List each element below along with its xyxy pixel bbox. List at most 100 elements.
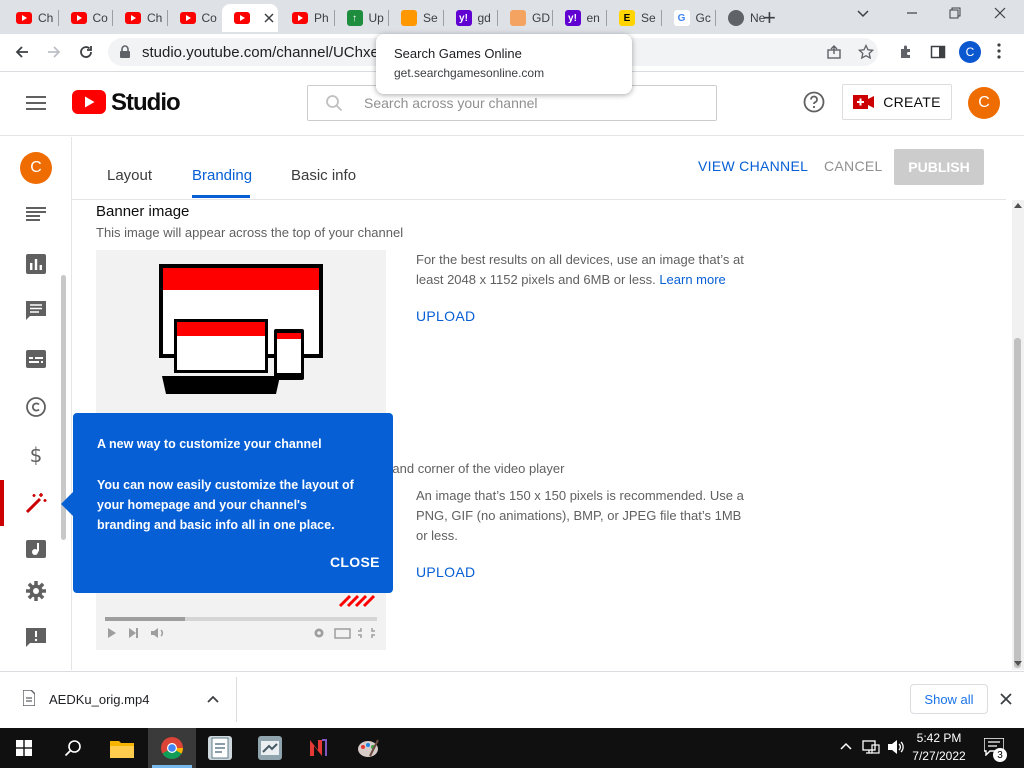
side-panel-icon[interactable] [930, 44, 946, 60]
page-scrollbar-thumb[interactable] [1014, 338, 1021, 668]
hamburger-menu-icon[interactable] [26, 95, 46, 111]
show-hidden-icons-icon[interactable] [840, 742, 852, 750]
taskbar-app-notepad-icon[interactable] [208, 736, 232, 760]
windows-start-icon[interactable] [16, 740, 32, 756]
browser-tab-label: Up [368, 11, 384, 25]
sidebar-settings-icon[interactable] [25, 580, 47, 602]
browser-tab[interactable]: Ch [4, 4, 58, 32]
profile-avatar[interactable]: C [959, 41, 981, 63]
close-downloads-icon[interactable] [1000, 693, 1012, 705]
url-text[interactable]: studio.youtube.com/channel/UChxeZb [142, 44, 396, 61]
reload-icon[interactable] [78, 44, 94, 60]
hovercard-title: Search Games Online [394, 46, 522, 61]
banner-preview [96, 250, 386, 415]
sidebar-item-analytics-icon[interactable] [26, 254, 46, 274]
close-window-icon[interactable] [993, 6, 1007, 20]
browser-tab[interactable]: Co [59, 4, 113, 32]
browser-tab[interactable]: G Gc [662, 4, 716, 32]
bookmark-star-icon[interactable] [858, 44, 874, 60]
sidebar-item-copyright-icon[interactable] [26, 397, 46, 417]
extensions-icon[interactable] [898, 44, 914, 60]
file-explorer-icon[interactable] [110, 738, 134, 758]
studio-logo-text[interactable]: Studio [111, 89, 181, 117]
browser-tab-label: gd [477, 11, 491, 25]
close-tab-icon[interactable] [264, 13, 274, 23]
sidebar-feedback-icon[interactable] [26, 628, 46, 648]
youtube-icon [179, 10, 196, 26]
watermark-preview [96, 588, 386, 650]
browser-tab[interactable] [222, 4, 278, 32]
download-chevron-up-icon[interactable] [207, 695, 219, 703]
sidebar-channel-avatar[interactable]: C [20, 152, 52, 184]
learn-more-link[interactable]: Learn more [659, 272, 725, 287]
minimize-icon[interactable] [905, 6, 919, 20]
clock-time[interactable]: 5:42 PM [914, 731, 964, 745]
browser-tab[interactable]: E Se [607, 4, 661, 32]
browser-tab-label: Ph [314, 11, 329, 25]
taskbar-app-n-icon[interactable] [306, 736, 330, 760]
taskbar-search-icon[interactable] [64, 739, 82, 757]
tab-branding[interactable]: Branding [192, 167, 252, 184]
view-channel-button[interactable]: VIEW CHANNEL [698, 158, 808, 174]
sidebar-item-earn-icon[interactable]: $ [29, 444, 43, 466]
browser-tab[interactable]: y! gd [444, 4, 498, 32]
download-divider [236, 677, 237, 722]
scroll-down-icon[interactable] [1014, 661, 1022, 667]
chrome-taskbar-icon[interactable] [160, 736, 184, 760]
sidebar-item-subtitles-icon[interactable] [26, 350, 46, 368]
help-icon[interactable] [803, 91, 825, 113]
browser-tab[interactable]: Ne [716, 4, 770, 32]
browser-tab[interactable]: y! en [553, 4, 607, 32]
devices-illustration [159, 264, 323, 394]
network-icon[interactable] [862, 739, 880, 755]
browser-tab[interactable]: Se [389, 4, 443, 32]
show-all-downloads-button[interactable]: Show all [910, 684, 988, 714]
hovercard-url: get.searchgamesonline.com [394, 66, 545, 80]
notification-count-badge: 3 [993, 748, 1007, 762]
browser-tab[interactable]: GD [498, 4, 552, 32]
search-input[interactable]: Search across your channel [364, 95, 538, 111]
sidebar-item-customization-icon[interactable] [25, 492, 47, 514]
menu-kebab-icon[interactable] [996, 42, 1002, 60]
create-button[interactable]: CREATE [842, 84, 952, 120]
restore-icon[interactable] [948, 6, 962, 20]
lock-icon[interactable] [119, 45, 131, 59]
tab-search-icon[interactable] [856, 6, 870, 20]
tab-basic-info[interactable]: Basic info [291, 167, 356, 184]
clock-date[interactable]: 7/27/2022 [910, 749, 968, 763]
downloads-bar [0, 671, 1024, 728]
banner-upload-button[interactable]: UPLOAD [416, 308, 475, 324]
publish-button[interactable]: PUBLISH [894, 149, 984, 185]
file-icon [23, 690, 35, 706]
taskbar-app-paint-icon[interactable] [356, 736, 380, 760]
sidebar-item-content-icon[interactable] [26, 206, 46, 222]
popover-close-button[interactable]: CLOSE [330, 554, 380, 570]
share-icon[interactable] [826, 44, 842, 60]
globe-icon [728, 10, 744, 26]
browser-tab-label: Ch [147, 11, 163, 25]
tab-layout[interactable]: Layout [107, 167, 152, 184]
gd-icon [510, 10, 526, 26]
browser-tab[interactable]: Ph [280, 4, 334, 32]
browser-tab[interactable]: Co [168, 4, 222, 32]
forward-icon[interactable] [46, 44, 62, 60]
sidebar-item-comments-icon[interactable] [26, 301, 46, 321]
popover-body: You can now easily customize the layout … [97, 478, 354, 532]
taskbar-app-tools-icon[interactable] [258, 736, 282, 760]
back-icon[interactable] [14, 44, 30, 60]
browser-tab[interactable]: Ch [113, 4, 167, 32]
cancel-button[interactable]: CANCEL [824, 158, 883, 174]
watermark-upload-button[interactable]: UPLOAD [416, 564, 475, 580]
popover-title: A new way to customize your channel [97, 437, 322, 451]
new-tab-button[interactable]: + [763, 5, 776, 31]
banner-image-title: Banner image [96, 203, 190, 220]
browser-tab[interactable]: ↑ Up [335, 4, 389, 32]
create-video-icon [853, 94, 875, 110]
download-filename[interactable]: AEDKu_orig.mp4 [49, 692, 149, 707]
scroll-up-icon[interactable] [1014, 202, 1022, 208]
sidebar-item-audio-library-icon[interactable] [26, 540, 46, 558]
account-avatar[interactable]: C [968, 87, 1000, 119]
volume-icon[interactable] [887, 739, 905, 755]
youtube-icon [70, 10, 87, 26]
youtube-logo-icon[interactable] [72, 90, 106, 114]
